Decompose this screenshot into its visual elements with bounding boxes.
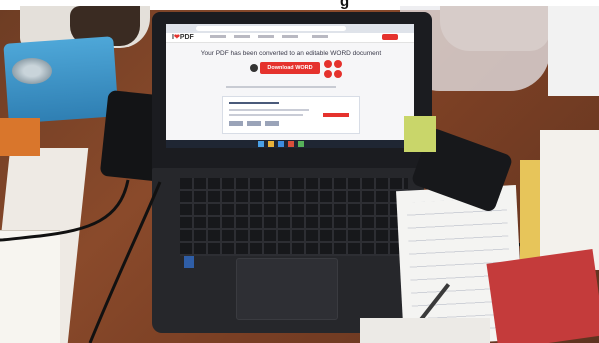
laptop-cable-left: [88, 181, 162, 343]
green-folder: [404, 116, 436, 152]
photo-scene: g I❤PDF Your PDF has been converted to a…: [0, 0, 599, 343]
phone-cable: [0, 179, 130, 242]
red-book: [486, 248, 599, 343]
papers-bottom: [360, 318, 490, 343]
